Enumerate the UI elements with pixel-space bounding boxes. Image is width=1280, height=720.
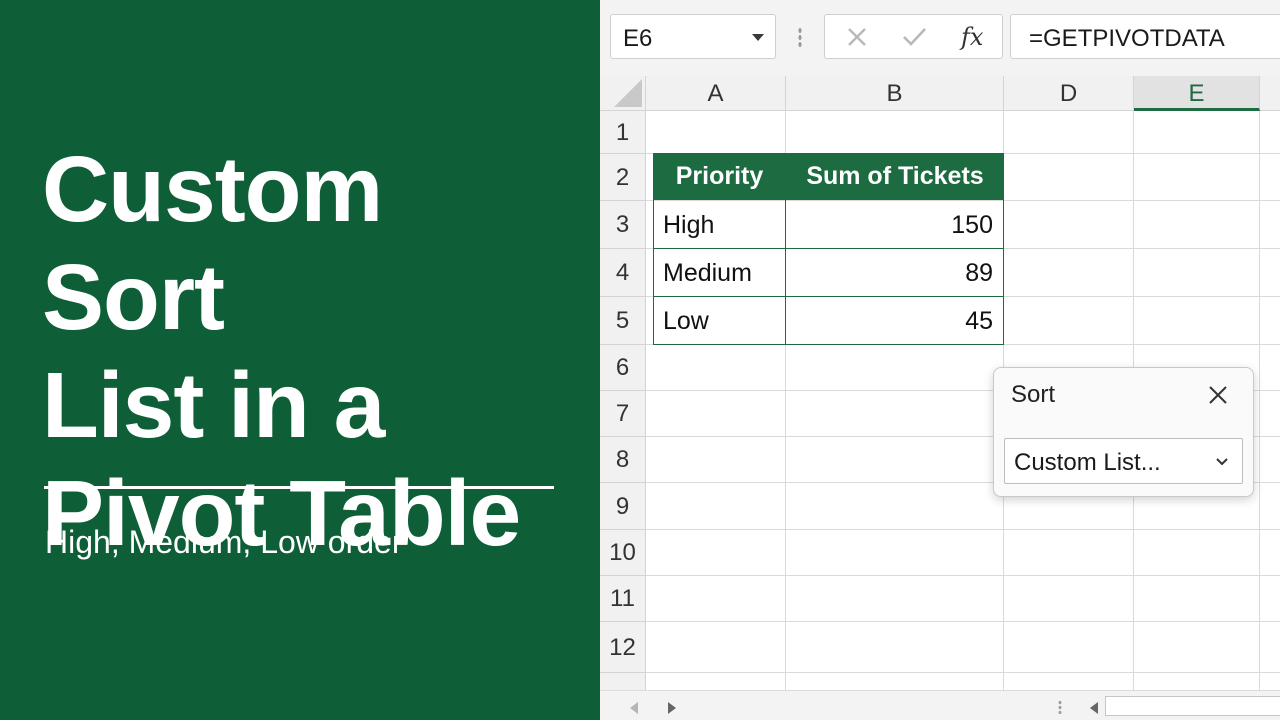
panel-subtitle: High, Medium, Low order xyxy=(45,524,403,560)
title-panel: Custom Sort List in a Pivot Table High, … xyxy=(0,0,600,720)
sort-order-select[interactable]: Custom List... xyxy=(1004,438,1243,484)
select-all-corner[interactable] xyxy=(600,76,646,111)
pivot-value-high[interactable]: 150 xyxy=(786,201,1004,249)
chevron-down-icon[interactable] xyxy=(1214,455,1230,467)
fx-icon[interactable]: fx xyxy=(961,23,983,51)
row-header-6[interactable]: 6 xyxy=(600,345,646,391)
row-header-5[interactable]: 5 xyxy=(600,297,646,345)
row-header-1[interactable]: 1 xyxy=(600,111,646,154)
sort-dialog: Sort Custom List... xyxy=(993,367,1254,497)
scroll-grip-icon[interactable] xyxy=(1058,700,1062,714)
pivot-row-divider xyxy=(653,248,1004,249)
cancel-icon[interactable] xyxy=(837,15,877,60)
sort-dialog-title: Sort xyxy=(1011,381,1056,408)
name-box-value[interactable]: E6 xyxy=(623,25,652,53)
pivot-header-sum[interactable]: Sum of Tickets xyxy=(786,153,1004,200)
row-header-12[interactable]: 12 xyxy=(600,622,646,673)
row-header-3[interactable]: 3 xyxy=(600,201,646,249)
panel-title: Custom Sort List in a Pivot Table xyxy=(42,135,582,567)
row-header-11[interactable]: 11 xyxy=(600,576,646,622)
pivot-header-priority[interactable]: Priority xyxy=(653,153,786,200)
row-header-2[interactable]: 2 xyxy=(600,154,646,201)
column-header-e[interactable]: E xyxy=(1134,76,1260,111)
pivot-value-medium[interactable]: 89 xyxy=(786,249,1004,297)
column-header-b[interactable]: B xyxy=(786,76,1004,111)
horizontal-scrollbar[interactable] xyxy=(600,690,1280,720)
row-header-4[interactable]: 4 xyxy=(600,249,646,297)
formula-controls: fx xyxy=(824,14,1003,59)
formula-input[interactable]: =GETPIVOTDATA xyxy=(1010,14,1280,59)
pivot-label-low[interactable]: Low xyxy=(653,297,786,345)
title-divider xyxy=(44,486,554,489)
row-header-7[interactable]: 7 xyxy=(600,391,646,437)
check-icon[interactable] xyxy=(894,15,934,60)
chevron-down-icon[interactable] xyxy=(752,34,764,41)
formula-text[interactable]: =GETPIVOTDATA xyxy=(1029,25,1225,53)
scroll-left-icon[interactable] xyxy=(630,702,638,714)
pivot-column-divider xyxy=(785,200,786,345)
scroll-thumb[interactable] xyxy=(1105,696,1280,716)
row-header-10[interactable]: 10 xyxy=(600,530,646,576)
title-line-2: List in a xyxy=(42,353,385,457)
close-icon[interactable] xyxy=(1205,382,1231,408)
column-header-next[interactable] xyxy=(1260,76,1280,111)
column-header-d[interactable]: D xyxy=(1004,76,1134,111)
pivot-row-divider xyxy=(653,296,1004,297)
sort-order-value[interactable]: Custom List... xyxy=(1014,449,1161,477)
sheet-scroll-left-icon[interactable] xyxy=(1090,702,1098,714)
pivot-label-high[interactable]: High xyxy=(653,201,786,249)
title-line-1: Custom Sort xyxy=(42,137,383,349)
row-header-13[interactable] xyxy=(600,673,646,690)
row-header-8[interactable]: 8 xyxy=(600,437,646,483)
pivot-label-medium[interactable]: Medium xyxy=(653,249,786,297)
row-header-9[interactable]: 9 xyxy=(600,483,646,530)
column-header-a[interactable]: A xyxy=(646,76,786,111)
resize-grip-icon[interactable] xyxy=(798,27,802,47)
name-box[interactable]: E6 xyxy=(610,14,776,59)
pivot-value-low[interactable]: 45 xyxy=(786,297,1004,345)
scroll-right-icon[interactable] xyxy=(668,702,676,714)
